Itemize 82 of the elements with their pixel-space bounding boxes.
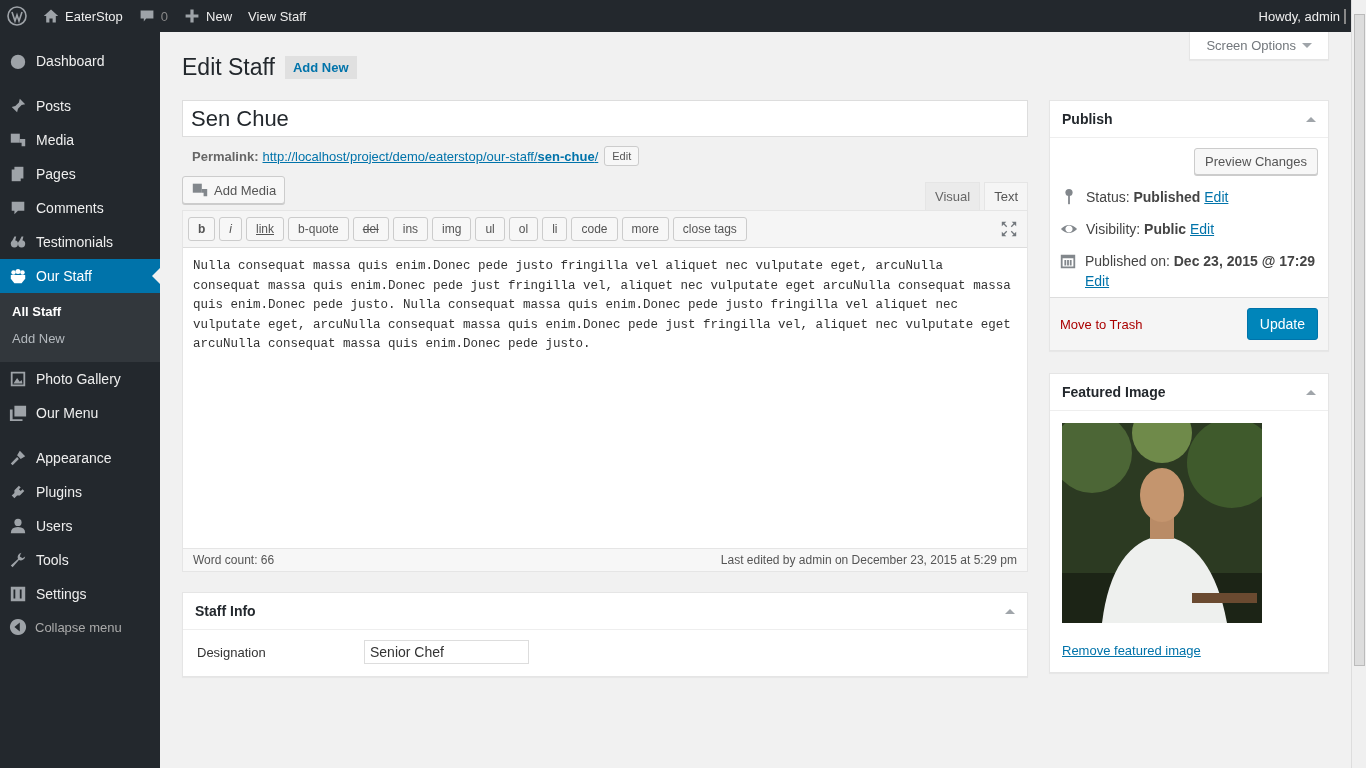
screen-options-tab[interactable]: Screen Options	[1189, 32, 1329, 60]
photo-icon	[9, 370, 27, 388]
edit-link[interactable]: Edit	[1190, 221, 1215, 237]
last-edited-note: Last edited by admin on December 23, 2015 at 5:29 pm	[720, 553, 1017, 567]
group-icon	[9, 267, 27, 285]
site-link[interactable]: EaterStop	[35, 8, 131, 24]
designation-field[interactable]: Senior Chef	[364, 640, 529, 664]
collapse-arrow-icon	[9, 618, 27, 636]
brush-icon	[9, 449, 27, 467]
menu-item[interactable]: Pages	[0, 157, 160, 191]
user-icon	[9, 517, 27, 535]
add-new-button[interactable]: Add New	[284, 56, 357, 79]
home-icon	[43, 8, 59, 24]
menu-item[interactable]: Tools	[0, 543, 160, 577]
permalink-link[interactable]: http://localhost/project/demo/eaterstop/our-staff/sen-chue/	[262, 148, 599, 164]
editor-tab[interactable]: Visual	[924, 182, 981, 210]
edit-link[interactable]: Edit	[1204, 189, 1229, 205]
scrollbar[interactable]	[1351, 0, 1366, 768]
quicktag-button[interactable]: link	[246, 217, 285, 241]
calendar-icon	[1059, 252, 1077, 270]
submenu-item[interactable]: All Staff	[0, 300, 160, 327]
quicktag-button[interactable]: i	[219, 217, 242, 241]
media-icon	[191, 181, 209, 199]
quicktag-button[interactable]: b-quote	[288, 217, 349, 241]
wordpress-logo-icon[interactable]	[7, 6, 27, 26]
account-menu[interactable]: Howdy, admin	[1250, 8, 1346, 24]
menu-item[interactable]: Users	[0, 509, 160, 543]
edit-link[interactable]: Edit	[1085, 273, 1110, 289]
quicktag-button[interactable]: ul	[475, 217, 505, 241]
menu-item[interactable]: Our Menu	[0, 396, 160, 430]
permalink-label: Permalink:	[192, 148, 259, 164]
publish-setting: Status: Published Edit	[1086, 188, 1229, 207]
submenu-item[interactable]: Add New	[0, 327, 160, 354]
quicktag-button[interactable]: ins	[392, 217, 429, 241]
quicktag-button[interactable]: close tags	[672, 217, 747, 241]
edit-permalink-button[interactable]: Edit	[604, 146, 640, 166]
bubble-icon	[9, 199, 27, 217]
menu-item[interactable]: Comments	[0, 191, 160, 225]
quicktag-button[interactable]: del	[352, 217, 389, 241]
view-link[interactable]: View Staff	[240, 8, 315, 24]
publish-setting: Published on: Dec 23, 2015 @ 17:29 Edit	[1085, 252, 1317, 291]
new-link[interactable]: New	[176, 8, 241, 24]
quicktag-button[interactable]: more	[621, 217, 669, 241]
menu-item[interactable]: Media	[0, 123, 160, 157]
title-field[interactable]: Sen Chue	[182, 100, 1028, 137]
page-title: Edit Staff	[182, 54, 275, 81]
text-area[interactable]: Nulla consequat massa quis enim.Donec pede justo fringilla vel aliquet nec vulputate eget, arcuNulla consequat massa quis enim.Donec pede just fringilla vel, aliquet nec vulputate eget arcuNulla consequat massa quis enim.Donec pede justo. Nulla consequat massa quis enim.Donec pede justo fringilla vel aliquet nec vulputate eget, arcuNulla consequat massa quis enim.Donec pede just fringilla vel, aliquet nec vulputate eget arcuNulla consequat massa quis enim.Donec pede justo.	[183, 248, 1027, 548]
comments-link[interactable]: 0	[130, 8, 177, 24]
field-label: Designation	[197, 644, 267, 660]
add-media-button[interactable]: Add Media	[182, 176, 286, 204]
menu-item[interactable]: Appearance	[0, 441, 160, 475]
menu-item[interactable]: Settings	[0, 577, 160, 611]
panel-title: Publish	[1062, 111, 1113, 127]
sliders-icon	[9, 585, 27, 603]
editor-tab[interactable]: Text	[984, 182, 1028, 210]
menu-item[interactable]: Testimonials	[0, 225, 160, 259]
comment-icon	[138, 8, 155, 24]
plus-icon	[184, 8, 201, 24]
wrench-icon	[9, 551, 27, 569]
quicktag-button[interactable]: code	[571, 217, 618, 241]
publish-setting: Visibility: Public Edit	[1086, 220, 1215, 239]
menu-item[interactable]: Our Staff	[0, 259, 160, 293]
quicktag-button[interactable]: li	[542, 217, 568, 241]
remove-image-link[interactable]: Remove featured image	[1062, 643, 1201, 658]
quicktag-button[interactable]: b	[188, 217, 216, 241]
menu-item[interactable]: Plugins	[0, 475, 160, 509]
photos-icon	[9, 404, 27, 422]
menu-item[interactable]: Photo Gallery	[0, 362, 160, 396]
update-button[interactable]: Update	[1246, 308, 1318, 340]
pin-icon	[9, 97, 27, 115]
panel-title: Featured Image	[1062, 384, 1166, 400]
fullscreen-icon[interactable]	[1000, 220, 1018, 238]
media-icon	[9, 131, 27, 149]
preview-changes-button[interactable]: Preview Changes	[1194, 148, 1318, 175]
menu-item[interactable]: Dashboard	[0, 44, 160, 78]
panel-title: Staff Info	[195, 603, 256, 619]
word-count: Word count: 66	[193, 553, 275, 567]
quicktag-button[interactable]: ol	[508, 217, 539, 241]
collapse-menu-button[interactable]: Collapse menu	[0, 618, 160, 636]
move-to-trash-link[interactable]: Move to Trash	[1060, 316, 1143, 332]
quicktag-button[interactable]: img	[432, 217, 472, 241]
menu-item[interactable]: Posts	[0, 89, 160, 123]
